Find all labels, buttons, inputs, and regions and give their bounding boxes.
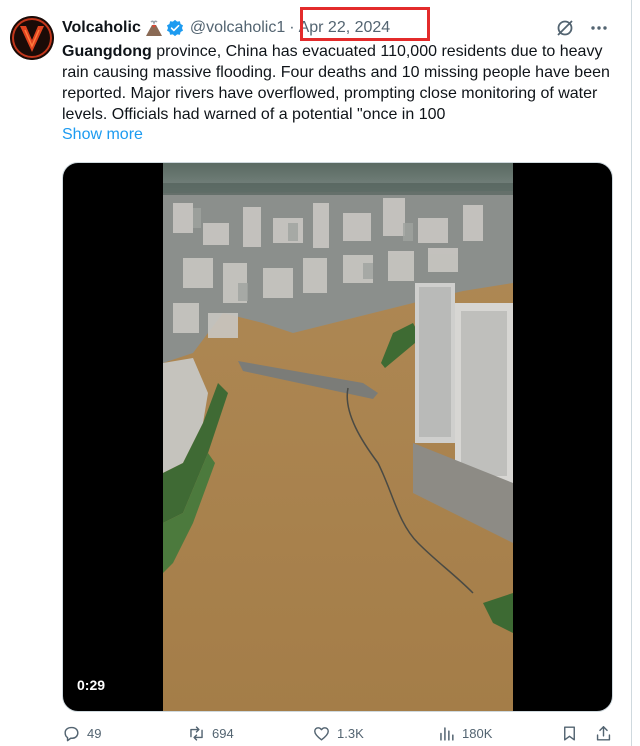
views-button[interactable]: 180K — [437, 724, 492, 743]
flood-video-frame — [163, 163, 513, 711]
volcano-emoji-icon — [145, 19, 163, 37]
author-avatar[interactable] — [10, 16, 54, 60]
grok-icon[interactable] — [555, 18, 575, 43]
reply-button[interactable]: 49 — [62, 724, 101, 743]
repost-button[interactable]: 694 — [187, 724, 234, 743]
separator-dot: · — [289, 19, 295, 36]
tweet-actions-bar: 49 694 1.3K 180K — [62, 724, 622, 746]
like-icon — [314, 727, 329, 741]
like-button[interactable]: 1.3K — [312, 724, 364, 743]
views-count: 180K — [462, 726, 493, 741]
views-icon — [440, 727, 454, 741]
author-handle[interactable]: @volcaholic1 — [190, 19, 285, 37]
repost-count: 694 — [212, 726, 234, 741]
share-button[interactable] — [594, 724, 613, 743]
reply-count: 49 — [87, 726, 102, 741]
author-name[interactable]: Volcaholic — [62, 19, 141, 37]
tweet-header: Volcaholic @volcaholic1 · Apr 22, 2024 — [62, 16, 390, 40]
bookmark-button[interactable] — [560, 724, 579, 743]
like-count: 1.3K — [337, 726, 364, 741]
share-icon — [596, 726, 611, 741]
tweet-text-bold[interactable]: Guangdong — [62, 43, 152, 60]
tweet-card[interactable]: Volcaholic @volcaholic1 · Apr 22, 2024 G… — [0, 0, 632, 746]
more-icon[interactable] — [589, 18, 609, 43]
verified-badge-icon[interactable] — [166, 19, 184, 37]
tweet-top-actions — [555, 18, 609, 43]
reply-icon — [64, 726, 79, 742]
video-timestamp: 0:29 — [77, 677, 106, 693]
volcaholic-logo — [10, 16, 54, 60]
tweet-video[interactable]: 0:29 — [62, 162, 613, 712]
repost-icon — [190, 726, 203, 741]
tweet-date[interactable]: Apr 22, 2024 — [299, 19, 391, 37]
tweet-text: Guangdong province, China has evacuated … — [62, 41, 624, 125]
show-more-link[interactable]: Show more — [62, 126, 143, 144]
bookmark-icon — [564, 726, 575, 741]
